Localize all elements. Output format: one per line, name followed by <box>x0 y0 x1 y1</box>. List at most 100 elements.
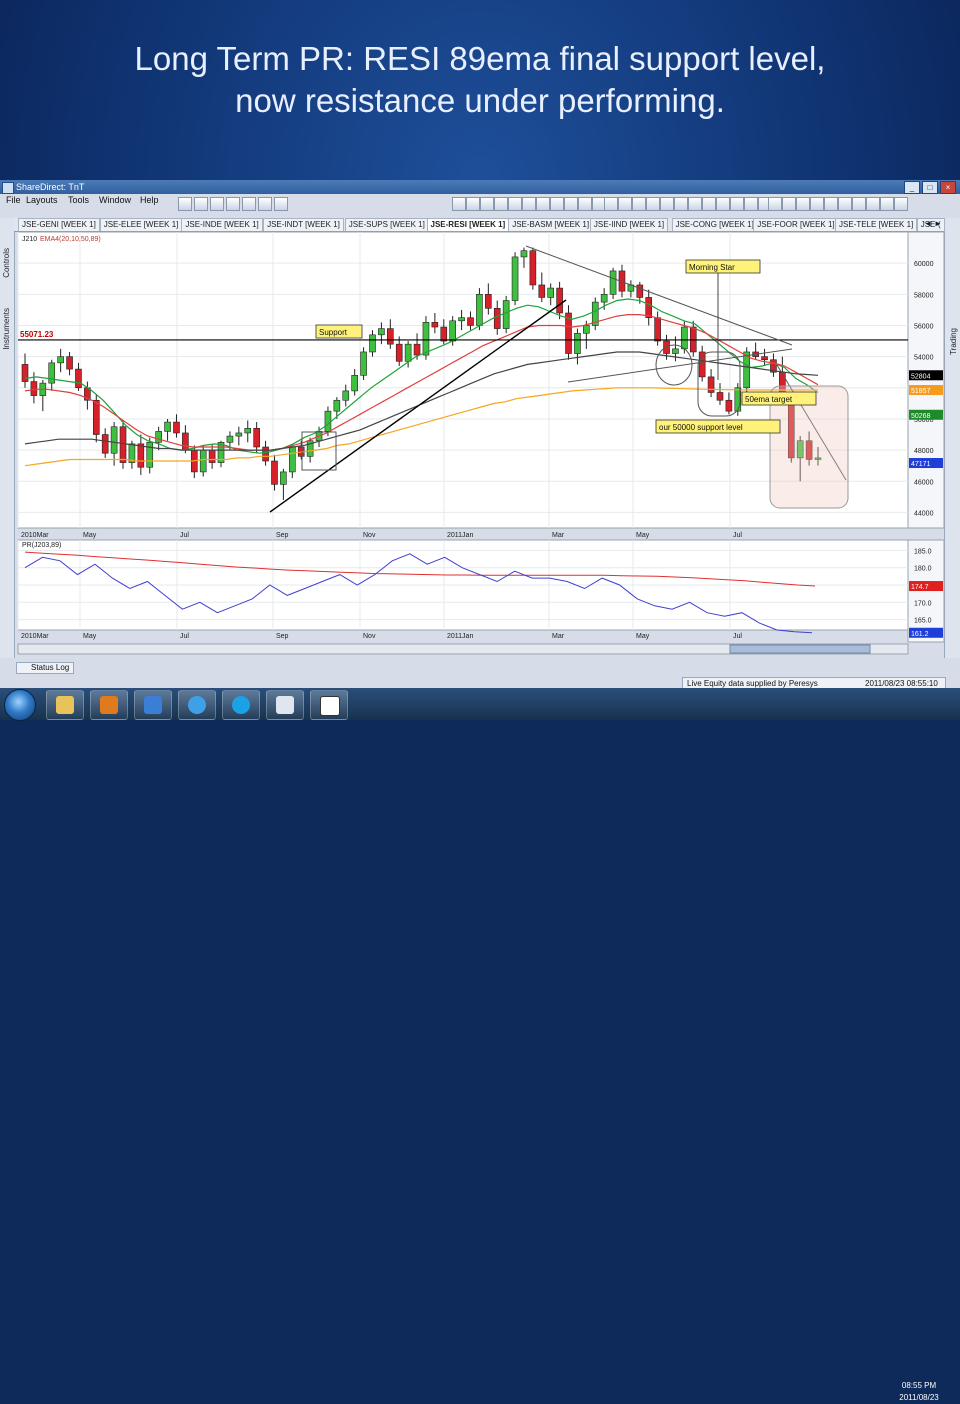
candle-body <box>600 294 608 303</box>
taskbar-media-player[interactable] <box>90 690 128 720</box>
toolbar-tool-icon[interactable] <box>674 197 688 211</box>
windows-taskbar: 08:55 PM 2011/08/23 <box>0 688 960 1402</box>
toolbar-tool-icon[interactable] <box>702 197 716 211</box>
candle-body <box>360 351 367 376</box>
pr-y-tick-label: 180.0 <box>914 566 932 573</box>
toolbar-tool-icon[interactable] <box>522 197 536 211</box>
pr-x-tick-label: Sep <box>276 633 289 640</box>
start-button[interactable] <box>4 689 36 721</box>
toolbar-tool-icon[interactable] <box>838 197 852 211</box>
candle-body <box>645 297 653 318</box>
candle-body <box>654 317 661 342</box>
toolbar-tool-icon[interactable] <box>242 197 256 211</box>
taskbar-sharedirect[interactable] <box>310 690 348 720</box>
pr-y-tick-label: 170.0 <box>914 600 932 607</box>
candle-body <box>422 322 430 356</box>
candle-body <box>369 334 376 353</box>
candle-body <box>262 446 269 462</box>
scrollbar-thumb[interactable] <box>729 644 871 654</box>
toolbar-tool-icon[interactable] <box>564 197 578 211</box>
toolbar-tool-icon[interactable] <box>178 197 192 211</box>
toolbar-tool-icon[interactable] <box>744 197 758 211</box>
toolbar-tool-icon[interactable] <box>660 197 674 211</box>
candle-body <box>253 427 260 448</box>
toolbar-tool-icon[interactable] <box>716 197 730 211</box>
pr-x-tick-label: Nov <box>363 633 376 640</box>
toolbar-tool-icon[interactable] <box>274 197 288 211</box>
candle-body <box>636 284 644 298</box>
candle-body <box>57 356 64 364</box>
toolbar-tool-icon[interactable] <box>768 197 782 211</box>
candle-body <box>182 432 189 451</box>
candle-body <box>485 294 492 309</box>
candle-body <box>493 308 501 329</box>
pr-x-tick-label: Jul <box>180 633 189 640</box>
toolbar-tool-icon[interactable] <box>578 197 592 211</box>
price-tag-label: 51857 <box>911 388 931 395</box>
toolbar-tool-icon[interactable] <box>194 197 208 211</box>
candle-body <box>387 328 394 345</box>
taskbar-pdf-app[interactable] <box>266 690 304 720</box>
taskbar-internet-explorer[interactable] <box>178 690 216 720</box>
candle-body <box>547 287 554 298</box>
candle-body <box>672 348 679 354</box>
toolbar-tool-icon[interactable] <box>866 197 880 211</box>
taskbar-app-3[interactable] <box>134 690 172 720</box>
level-label: 55071.23 <box>20 330 54 339</box>
toolbar-tool-icon[interactable] <box>536 197 550 211</box>
toolbar-tool-icon[interactable] <box>824 197 838 211</box>
toolbar-tool-icon[interactable] <box>782 197 796 211</box>
candle-body <box>342 390 350 401</box>
candle-body <box>725 399 733 412</box>
annotation-text: Morning Star <box>689 263 735 272</box>
candle-body <box>449 320 456 342</box>
x-tick-label: Nov <box>363 532 376 539</box>
toolbar-tool-icon[interactable] <box>632 197 646 211</box>
toolbar-tool-icon[interactable] <box>480 197 494 211</box>
pr-y-tick-label: 165.0 <box>914 618 932 625</box>
y-tick-label: 58000 <box>914 292 934 299</box>
toolbar-tool-icon[interactable] <box>604 197 618 211</box>
y-tick-label: 48000 <box>914 448 934 455</box>
candle-body <box>431 322 439 328</box>
toolbar-tool-icon[interactable] <box>894 197 908 211</box>
toolbar-tool-icon[interactable] <box>618 197 632 211</box>
taskbar-skype[interactable] <box>222 690 260 720</box>
price-tag-label: 47171 <box>911 461 931 468</box>
toolbar-tool-icon[interactable] <box>796 197 810 211</box>
clock-date: 2011/08/23 <box>899 1393 939 1402</box>
x-tick-label: Mar <box>552 532 565 539</box>
candle-body <box>226 435 234 443</box>
skype-icon <box>232 696 250 714</box>
toolbar-tool-icon[interactable] <box>730 197 744 211</box>
candle-body <box>48 362 56 384</box>
x-tick-label: Jul <box>180 532 189 539</box>
toolbar-tool-icon[interactable] <box>452 197 466 211</box>
pr-x-tick-label: 2010Mar <box>21 633 49 640</box>
toolbar-tool-icon[interactable] <box>810 197 824 211</box>
toolbar-tool-icon[interactable] <box>466 197 480 211</box>
candle-body <box>440 326 448 342</box>
taskbar-explorer[interactable] <box>46 690 84 720</box>
toolbar-tool-icon[interactable] <box>550 197 564 211</box>
toolbar-tool-icon[interactable] <box>646 197 660 211</box>
toolbar-tool-icon[interactable] <box>494 197 508 211</box>
toolbar-tool-icon[interactable] <box>852 197 866 211</box>
media-player-icon <box>100 696 118 714</box>
toolbar-tool-icon[interactable] <box>508 197 522 211</box>
candle-body <box>208 449 216 463</box>
candle-body <box>761 356 768 361</box>
toolbar-tool-icon[interactable] <box>210 197 224 211</box>
toolbar-tool-icon[interactable] <box>226 197 240 211</box>
pr-y-tick-label: 185.0 <box>914 548 932 555</box>
system-clock[interactable]: 08:55 PM 2011/08/23 <box>884 1380 954 1404</box>
candle-body <box>66 356 73 370</box>
x-tick-label: Jul <box>733 532 742 539</box>
toolbar-tool-icon[interactable] <box>688 197 702 211</box>
candle-body <box>404 343 412 362</box>
candle-body <box>155 431 162 443</box>
toolbar-tool-icon[interactable] <box>258 197 272 211</box>
toolbar-tool-icon[interactable] <box>880 197 894 211</box>
candle-body <box>280 471 287 485</box>
candle-body <box>173 421 180 434</box>
